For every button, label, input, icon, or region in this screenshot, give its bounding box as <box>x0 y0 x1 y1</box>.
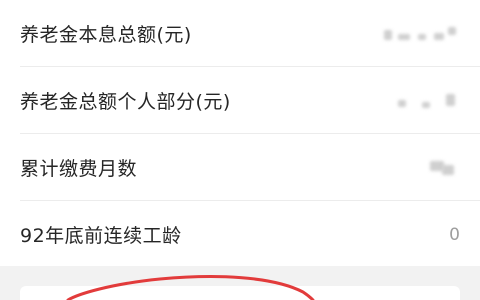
annotation-stroke <box>66 275 315 300</box>
pension-info-screen: 养老金本息总额(元) 养老金总额个人部分(元) 累计缴费月数 92年底前连续工龄… <box>0 0 480 300</box>
red-circle-annotation <box>66 275 315 300</box>
